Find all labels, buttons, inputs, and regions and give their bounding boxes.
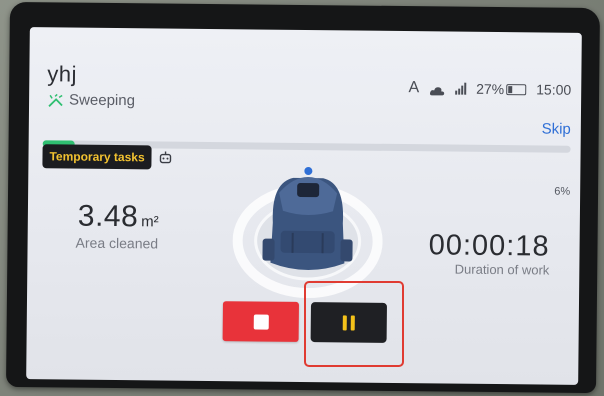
status-bar: A 27% 15:00: [408, 79, 571, 99]
status-text: Sweeping: [69, 91, 136, 110]
progress-percent: 6%: [554, 185, 571, 198]
sweep-icon: [47, 92, 65, 108]
stop-icon: [253, 313, 269, 330]
stop-button[interactable]: [222, 301, 299, 342]
duration-label: Duration of work: [454, 261, 550, 278]
device-name: yhj: [47, 61, 78, 87]
robot-icon[interactable]: [158, 149, 174, 165]
duration-value: 00:00:18: [428, 229, 550, 263]
area-number: 3.48: [77, 199, 139, 234]
highlight-box: [304, 281, 404, 367]
clock: 15:00: [536, 81, 572, 98]
area-unit: m²: [141, 213, 159, 231]
status-row: Sweeping: [47, 91, 135, 109]
robot-illustration: [232, 152, 384, 299]
skip-button[interactable]: Skip: [542, 120, 571, 137]
area-cleaned-label: Area cleaned: [75, 234, 159, 252]
battery-indicator: 27%: [476, 80, 527, 98]
battery-icon: [506, 83, 527, 95]
signal-icon: [455, 82, 467, 95]
area-cleaned-value: 3.48 m²: [78, 200, 159, 235]
battery-text: 27%: [476, 80, 505, 98]
mode-letter: A: [408, 79, 420, 97]
temporary-tasks-button[interactable]: Temporary tasks: [42, 144, 152, 170]
cloud-icon: [429, 83, 445, 96]
task-row: Temporary tasks: [42, 144, 174, 170]
